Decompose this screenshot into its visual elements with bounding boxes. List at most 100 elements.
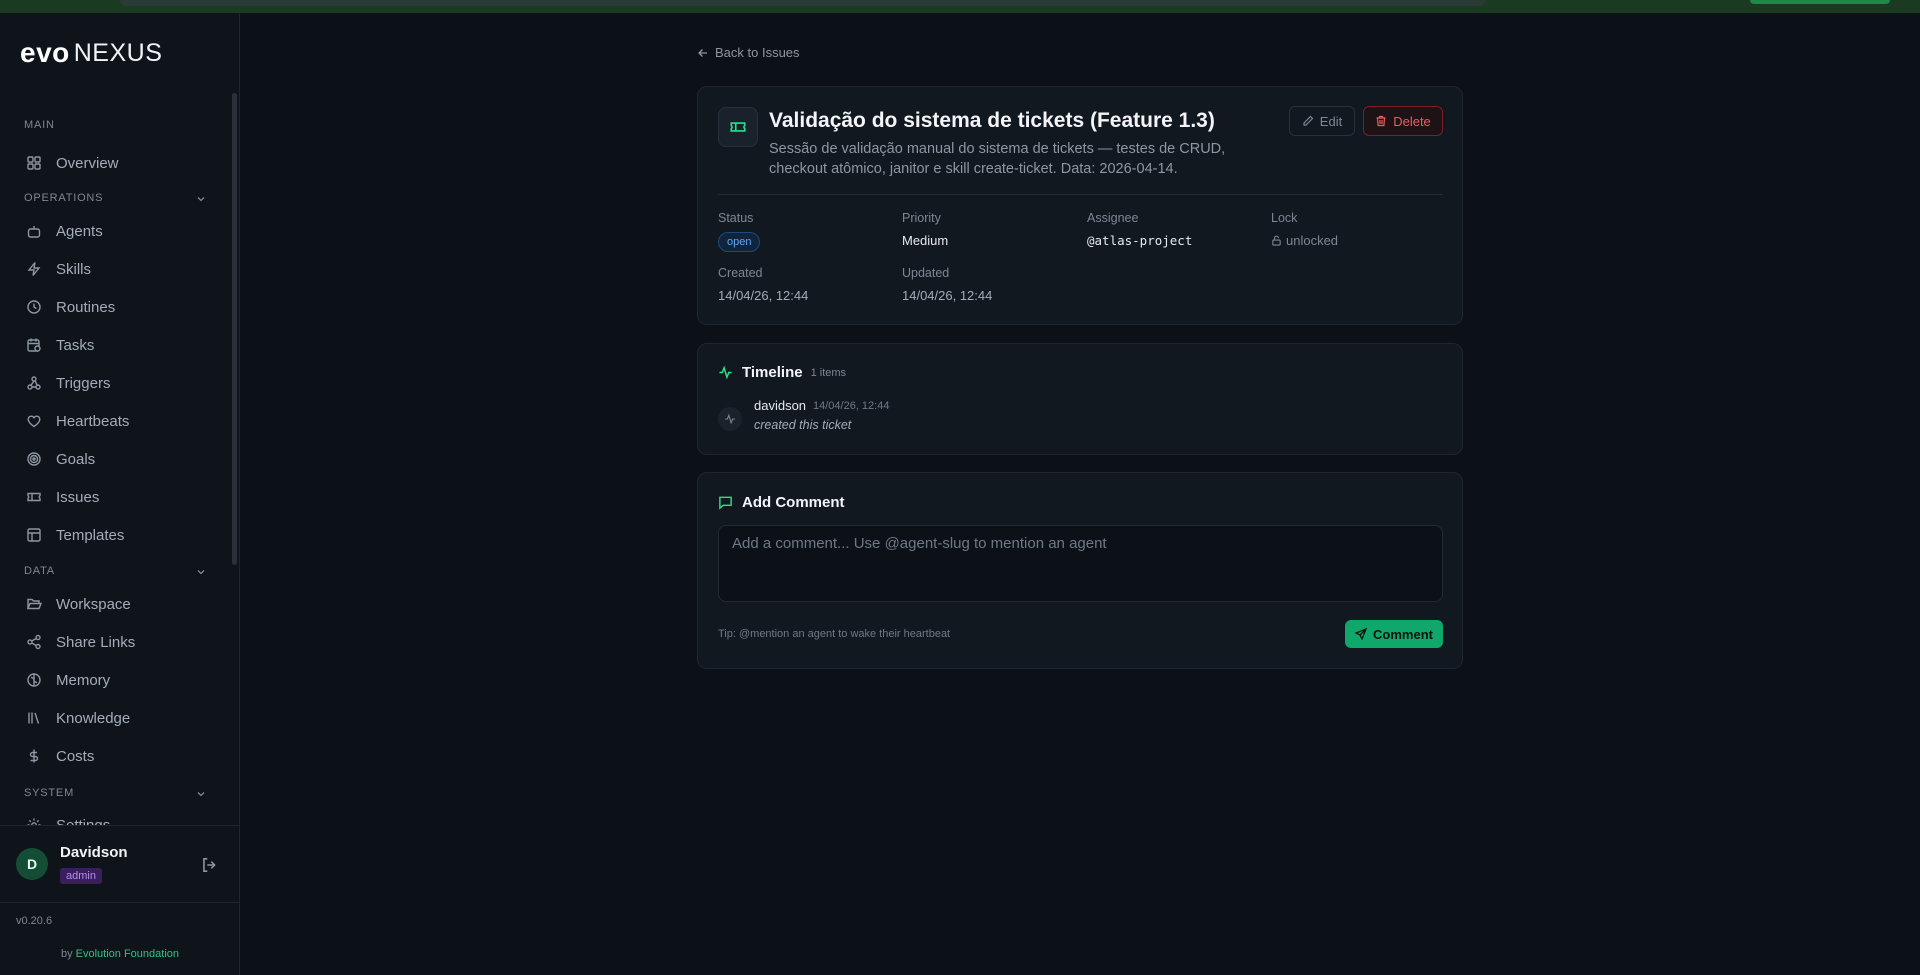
chevron-down-icon[interactable] [196,789,206,799]
folder-open-icon [26,598,42,610]
message-square-icon [719,496,732,510]
credit-org-link[interactable]: Evolution Foundation [76,948,179,960]
comment-submit-label: Comment [1373,626,1433,642]
pencil-icon [1303,115,1314,126]
chevron-down-icon[interactable] [196,567,206,577]
sidebar-item-label: Knowledge [56,709,131,727]
sidebar-item-label: Share Links [56,633,136,651]
top-accent [1750,0,1890,4]
sidebar-scrollbar[interactable] [232,93,237,565]
section-data: DATA [24,565,55,577]
sidebar-item-heartbeats[interactable]: Heartbeats [14,405,214,437]
grid-icon [27,156,41,170]
sidebar: evo NEXUS MAIN Overview OPERATIONS Agent… [0,13,240,975]
comment-title: Add Comment [742,494,845,511]
logo-nexus: NEXUS [73,38,163,67]
comment-header: Add Comment [718,494,845,511]
sidebar-item-knowledge[interactable]: Knowledge [14,702,214,734]
webhook-icon [27,376,41,390]
updated-label: Updated [902,266,950,280]
chevron-down-icon[interactable] [196,194,206,204]
lock-open-icon [1272,235,1281,246]
section-main: MAIN [24,119,55,131]
layout-icon [27,528,41,542]
user-panel: D Davidson admin [0,825,240,903]
back-to-issues-link[interactable]: Back to Issues [697,45,800,60]
timeline-entry-icon [718,407,742,431]
sidebar-item-label: Settings [56,816,111,826]
sidebar-item-settings[interactable]: Settings [14,809,214,825]
edit-label: Edit [1319,113,1343,129]
sidebar-item-tasks[interactable]: Tasks [14,329,214,361]
timeline-time: 14/04/26, 12:44 [813,400,890,412]
sidebar-item-goals[interactable]: Goals [14,443,214,475]
zap-icon [27,262,41,276]
assignee-value: @atlas-project [1087,233,1193,248]
delete-button[interactable]: Delete [1363,106,1443,136]
page-title: Validação do sistema de tickets (Feature… [769,109,1215,132]
bot-icon [27,226,41,238]
lock-value: unlocked [1271,233,1338,248]
calendar-clock-icon [27,338,41,352]
sidebar-item-overview[interactable]: Overview [14,147,214,179]
created-value: 14/04/26, 12:44 [718,288,809,303]
timeline-card: Timeline 1 items davidson 14/04/26, 12:4… [697,343,1463,455]
arrow-left-icon [698,48,707,57]
dollar-icon [29,749,39,763]
add-comment-card: Add Comment Add a comment... Use @agent-… [697,472,1463,669]
heart-icon [27,415,41,428]
sidebar-item-label: Triggers [56,374,111,392]
ticket-description: Sessão de validação manual do sistema de… [769,141,1226,177]
sidebar-item-memory[interactable]: Memory [14,664,214,696]
activity-icon [725,413,735,425]
credit-by: by [60,948,73,960]
sidebar-item-label: Agents [56,222,103,240]
sidebar-item-label: Goals [56,450,96,468]
sidebar-item-issues[interactable]: Issues [14,481,214,513]
sidebar-item-label: Tasks [56,336,95,354]
top-scroll-indicator [120,0,1485,6]
ticket-icon-box [718,107,758,147]
top-bar [0,0,1920,13]
timeline-user: davidson [754,398,807,413]
target-icon [27,452,41,466]
sidebar-item-routines[interactable]: Routines [14,291,214,323]
ticket-card: Validação do sistema de tickets (Feature… [697,86,1463,325]
sidebar-item-templates[interactable]: Templates [14,519,214,551]
user-name: Davidson [60,844,128,861]
sidebar-item-costs[interactable]: Costs [14,740,214,772]
send-icon [1355,628,1368,640]
divider [718,194,1443,195]
priority-value: Medium [902,233,949,248]
updated-value: 14/04/26, 12:44 [902,288,993,303]
sidebar-item-workspace[interactable]: Workspace [14,588,214,620]
delete-label: Delete [1393,113,1431,129]
sidebar-item-label: Overview [56,154,119,172]
timeline-action: created this ticket [754,418,852,432]
edit-button[interactable]: Edit [1289,106,1355,136]
clock-icon [27,300,41,314]
credit: by Evolution Foundation [0,948,240,960]
trash-icon [1376,115,1386,127]
gear-icon [27,818,41,825]
comment-submit-button[interactable]: Comment [1345,620,1443,648]
sidebar-item-label: Costs [56,747,95,765]
sidebar-item-triggers[interactable]: Triggers [14,367,214,399]
sidebar-item-agents[interactable]: Agents [14,215,214,247]
sidebar-item-skills[interactable]: Skills [14,253,214,285]
sidebar-nav: MAIN Overview OPERATIONS Agents Skills R… [0,93,232,825]
timeline-header: Timeline 1 items [718,364,846,381]
sidebar-item-label: Issues [56,488,100,506]
avatar[interactable]: D [16,848,48,880]
logout-icon[interactable] [200,856,218,874]
comment-input[interactable]: Add a comment... Use @agent-slug to ment… [718,525,1443,602]
sidebar-item-label: Workspace [56,595,131,613]
ticket-icon [730,122,746,132]
sidebar-item-label: Skills [56,260,92,278]
sidebar-item-share-links[interactable]: Share Links [14,626,214,658]
status-badge: open [718,232,761,252]
assignee-label: Assignee [1087,211,1139,225]
lock-text: unlocked [1286,233,1339,248]
app-logo[interactable]: evo NEXUS [20,35,162,71]
role-badge: admin [60,868,102,884]
